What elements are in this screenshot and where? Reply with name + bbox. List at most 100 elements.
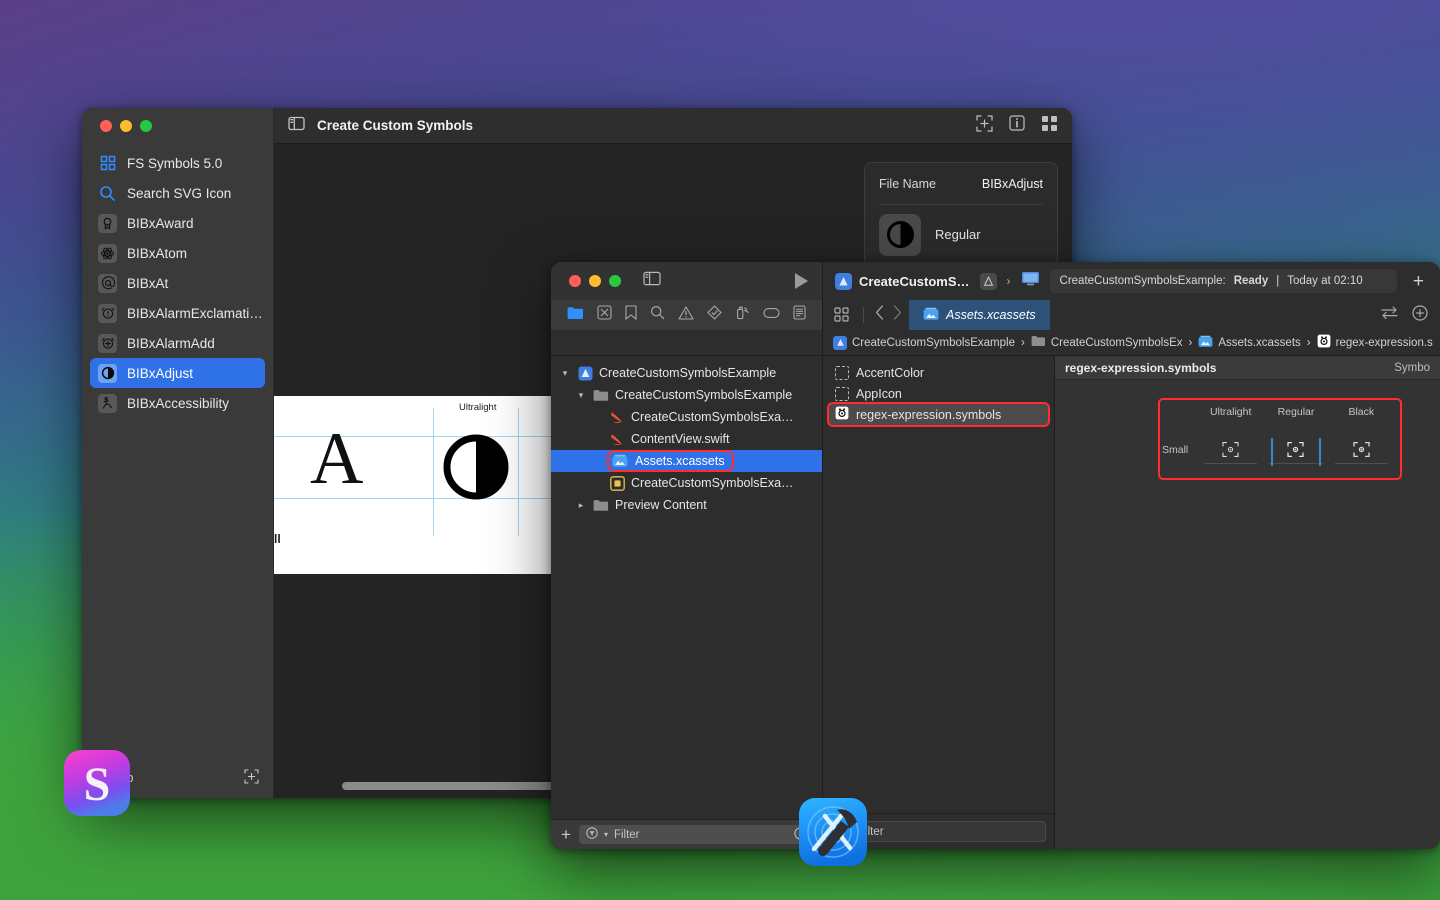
close-button[interactable]: [569, 275, 581, 287]
sidebar-item-bibxalarmadd[interactable]: BIBxAlarmAdd: [90, 328, 265, 358]
file-name-label: File Name: [879, 177, 936, 191]
breakpoints-tag-icon[interactable]: [763, 306, 780, 324]
breadcrumb-separator: ›: [1307, 337, 1311, 349]
sidebar-item-bibxatom[interactable]: BIBxAtom: [90, 238, 265, 268]
sidebar-item-label: BIBxAlarmExclamati…: [127, 306, 263, 321]
tree-item-group[interactable]: ▾ CreateCustomSymbolsExample: [551, 384, 822, 406]
variant-cell-regular-small[interactable]: [1263, 438, 1328, 466]
right-margin-guide: [518, 408, 519, 536]
sidebar-item-label: Search SVG Icon: [127, 186, 231, 201]
info-icon[interactable]: [1009, 115, 1025, 136]
bookmarks-icon[interactable]: [625, 305, 637, 325]
chevron-left-icon[interactable]: [868, 305, 891, 325]
symbols-titlebar: Create Custom Symbols: [274, 108, 1072, 144]
symbol-variant-cells[interactable]: [1198, 438, 1394, 466]
tree-item-contentview-swift[interactable]: ContentView.swift: [551, 428, 822, 450]
related-items-grid-icon[interactable]: [823, 307, 859, 323]
debug-spray-icon[interactable]: [735, 305, 750, 325]
navigator-selector-bar: [551, 300, 823, 330]
symbol-variant-grid-area[interactable]: Ultralight Regular Black Small: [1055, 380, 1440, 849]
zoom-button[interactable]: [609, 275, 621, 287]
weight-header-regular: Regular: [1263, 406, 1328, 418]
tree-item-swift-app[interactable]: CreateCustomSymbolsExa…: [551, 406, 822, 428]
add-editor-icon[interactable]: [1412, 305, 1428, 326]
disclosure-open-icon[interactable]: ▾: [575, 390, 587, 401]
variant-cell-black-small[interactable]: [1329, 438, 1394, 466]
disclosure-closed-icon[interactable]: ▸: [575, 500, 587, 511]
folder-icon: [593, 387, 609, 403]
find-search-icon[interactable]: [650, 305, 665, 325]
asset-items[interactable]: AccentColor AppIcon regex-e: [823, 356, 1054, 813]
xcode-traffic-lights[interactable]: [569, 275, 621, 287]
tree-item-preview-content[interactable]: ▸ Preview Content: [551, 494, 822, 516]
sidebar-toggle-icon[interactable]: [288, 116, 305, 136]
scheme-selector[interactable]: CreateCustomS…: [835, 273, 970, 290]
selection-bar-right: [1319, 438, 1321, 466]
asset-item-regex-expression-symbols[interactable]: regex-expression.symbols: [829, 404, 1048, 425]
add-file-button[interactable]: +: [561, 826, 571, 843]
tab-assets-xcassets[interactable]: Assets.xcassets: [909, 300, 1050, 330]
sidebar-item-bibxat[interactable]: BIBxAt: [90, 268, 265, 298]
chevron-down-icon[interactable]: ▾: [604, 830, 608, 839]
scheme-icon-badge[interactable]: [980, 273, 997, 290]
sidebar-item-bibxaward[interactable]: BIBxAward: [90, 208, 265, 238]
tree-item-project[interactable]: ▾ CreateCustomSymbolsExample: [551, 362, 822, 384]
xcode-app-icon: [833, 336, 847, 350]
symbolset-icon: [1317, 334, 1331, 351]
run-play-icon[interactable]: [793, 272, 810, 290]
at-sign-icon: [98, 274, 117, 293]
status-bar[interactable]: CreateCustomSymbolsExample: Ready | Toda…: [1050, 269, 1397, 293]
asset-item-accentcolor[interactable]: AccentColor: [829, 362, 1048, 383]
status-scheme: CreateCustomSymbolsExample:: [1060, 275, 1226, 287]
add-editor-button[interactable]: +: [1407, 272, 1430, 291]
tab-label: Assets.xcassets: [946, 308, 1036, 322]
xcode-window[interactable]: CreateCustomS… › CreateCustomSymbolsExam…: [551, 262, 1440, 849]
sidebar-item-fs-symbols[interactable]: FS Symbols 5.0: [90, 148, 265, 178]
disclosure-open-icon[interactable]: ▾: [559, 368, 571, 379]
close-button[interactable]: [100, 120, 112, 132]
dashed-frame-asterisk-icon: [1353, 441, 1370, 463]
selection-bar-left: [1271, 438, 1273, 466]
variant-cell-ultralight-small[interactable]: [1198, 438, 1263, 466]
tests-diamond-icon[interactable]: [707, 305, 722, 325]
xcode-app-icon[interactable]: [797, 796, 869, 868]
sidebar-item-label: BIBxAdjust: [127, 366, 193, 381]
grid-squares-icon[interactable]: [1041, 115, 1058, 137]
chevron-right-icon[interactable]: [891, 305, 909, 325]
breadcrumb-item-symbolset[interactable]: regex-expression.s: [1317, 334, 1433, 351]
sidebar-toggle-icon[interactable]: [643, 271, 661, 291]
folder-project-icon[interactable]: [567, 306, 584, 325]
add-dashed-square-icon[interactable]: [244, 769, 259, 787]
status-separator: |: [1276, 275, 1279, 287]
sip-app-icon[interactable]: S: [62, 748, 132, 818]
symbols-sidebar: FS Symbols 5.0 Search SVG Icon: [82, 108, 274, 798]
source-control-icon[interactable]: [597, 305, 612, 325]
mac-display-icon[interactable]: [1021, 271, 1040, 291]
reports-document-icon[interactable]: [793, 305, 806, 325]
zoom-button[interactable]: [140, 120, 152, 132]
project-tree[interactable]: ▾ CreateCustomSymbolsExample ▾ CreateCus…: [551, 356, 822, 819]
asset-item-appicon[interactable]: AppIcon: [829, 383, 1048, 404]
navigator-filter-input[interactable]: ▾ Filter: [579, 825, 814, 844]
alarm-exclamation-icon: [98, 304, 117, 323]
sidebar-item-bibxalarmexclamation[interactable]: BIBxAlarmExclamati…: [90, 298, 265, 328]
swap-arrows-icon[interactable]: [1381, 306, 1398, 324]
issues-warning-icon[interactable]: [678, 306, 694, 325]
window-traffic-lights[interactable]: [82, 108, 273, 144]
tree-item-assets-xcassets[interactable]: Assets.xcassets: [551, 450, 822, 472]
breadcrumb[interactable]: CreateCustomSymbolsExample › CreateCusto…: [823, 330, 1440, 355]
breadcrumb-item-project[interactable]: CreateCustomSymbolsExample: [833, 336, 1015, 350]
minimize-button[interactable]: [589, 275, 601, 287]
tree-item-entitlements[interactable]: CreateCustomSymbolsExa…: [551, 472, 822, 494]
breadcrumb-item-folder[interactable]: CreateCustomSymbolsEx: [1031, 335, 1183, 350]
project-navigator: ▾ CreateCustomSymbolsExample ▾ CreateCus…: [551, 356, 823, 849]
grid-squares-icon: [98, 154, 117, 173]
scheme-name: CreateCustomS…: [859, 274, 970, 289]
minimize-button[interactable]: [120, 120, 132, 132]
symbol-variant-grid[interactable]: Ultralight Regular Black Small: [1160, 400, 1400, 478]
sidebar-item-search-svg[interactable]: Search SVG Icon: [90, 178, 265, 208]
sidebar-item-bibxaccessibility[interactable]: BIBxAccessibility: [90, 388, 265, 418]
breadcrumb-item-xcassets[interactable]: Assets.xcassets: [1198, 335, 1300, 351]
add-dashed-square-icon[interactable]: [976, 115, 993, 137]
sidebar-item-bibxadjust[interactable]: BIBxAdjust: [90, 358, 265, 388]
